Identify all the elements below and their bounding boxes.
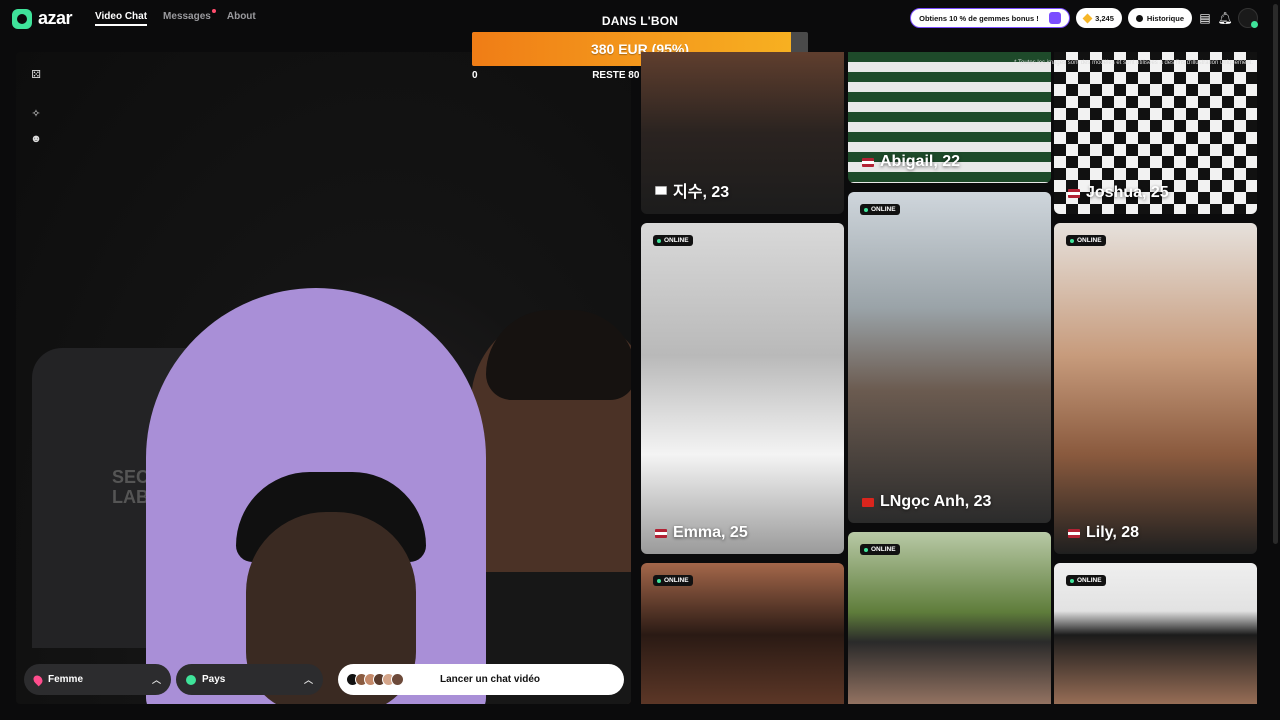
profile-card[interactable]: 지수, 23 bbox=[641, 52, 844, 214]
online-dot-icon bbox=[864, 207, 868, 212]
gender-icon bbox=[31, 673, 45, 686]
online-badge: ONLINE bbox=[1066, 235, 1106, 246]
profile-name-text: 지수, 23 bbox=[673, 184, 730, 201]
online-badge-label: ONLINE bbox=[1077, 237, 1102, 244]
country-filter-value: Pays bbox=[202, 674, 226, 685]
globe-icon bbox=[186, 674, 196, 685]
progress-min: 0 bbox=[472, 70, 478, 81]
azar-logo[interactable]: azar bbox=[12, 8, 73, 29]
start-video-chat-button[interactable]: Lancer un chat vidéo bbox=[338, 664, 624, 695]
online-dot-icon bbox=[1070, 578, 1074, 583]
country-filter-dropdown[interactable]: Pays ︿ bbox=[176, 664, 323, 695]
profile-name: Emma, 25 bbox=[655, 524, 748, 542]
profile-card[interactable]: ONLINE Emma, 25 bbox=[641, 223, 844, 554]
nav-video-chat[interactable]: Video Chat bbox=[95, 11, 148, 26]
avatar-stack-item bbox=[391, 673, 404, 686]
online-dot-icon bbox=[657, 578, 661, 583]
profile-grid: * Toutes les images sont des modèles et … bbox=[641, 52, 1257, 704]
profile-card[interactable]: ONLINE LNgọc Anh, 23 bbox=[848, 192, 1051, 523]
profile-avatar[interactable] bbox=[1238, 8, 1258, 28]
start-video-chat-label: Lancer un chat vidéo bbox=[439, 674, 541, 685]
profile-card[interactable]: Joshua, 25 bbox=[1054, 52, 1257, 214]
main-nav: Video Chat Messages About bbox=[95, 9, 256, 26]
azar-logo-icon bbox=[12, 8, 32, 29]
avatar-stack bbox=[346, 673, 404, 686]
local-video-preview: SECRET LAB bbox=[16, 52, 631, 704]
history-label: Historique bbox=[1146, 13, 1184, 23]
unread-dot bbox=[211, 9, 216, 13]
online-dot-icon bbox=[864, 547, 868, 552]
gem-bonus-promo-button[interactable]: Obtiens 10 % de gemmes bonus ! bbox=[910, 8, 1071, 28]
profile-name-text: Lily, 28 bbox=[1086, 524, 1140, 541]
brand-name: azar bbox=[38, 8, 73, 28]
online-badge-label: ONLINE bbox=[664, 237, 689, 244]
online-badge-label: ONLINE bbox=[871, 546, 896, 553]
gem-balance: 3,245 bbox=[1095, 13, 1114, 23]
profile-name: 지수, 23 bbox=[655, 178, 729, 202]
chevron-up-icon: ︿ bbox=[151, 675, 161, 685]
us-flag-icon bbox=[1068, 188, 1080, 198]
gem-balance-button[interactable]: 3,245 bbox=[1076, 8, 1122, 28]
profile-card[interactable]: ONLINE bbox=[641, 563, 844, 704]
promo-title: DANS L'BON bbox=[601, 14, 679, 28]
online-badge: ONLINE bbox=[1066, 575, 1106, 586]
bell-icon[interactable]: 🔔︎ bbox=[1217, 11, 1232, 25]
gift-icon bbox=[1049, 12, 1062, 24]
history-icon bbox=[1135, 14, 1143, 22]
profile-name-text: Abigail, 22 bbox=[880, 153, 961, 170]
online-dot-icon bbox=[657, 238, 661, 243]
profile-name-text: Joshua, 25 bbox=[1086, 184, 1169, 201]
model-disclaimer: * Toutes les images sont des modèles et … bbox=[1014, 60, 1253, 66]
gender-filter-value: Femme bbox=[48, 674, 84, 685]
profile-name-text: Emma, 25 bbox=[673, 524, 748, 541]
profile-card[interactable]: ONLINE Lily, 28 bbox=[1054, 223, 1257, 554]
profile-card[interactable]: ONLINE bbox=[1054, 563, 1257, 704]
online-badge: ONLINE bbox=[860, 204, 900, 215]
us-flag-icon bbox=[655, 528, 667, 538]
online-badge: ONLINE bbox=[653, 235, 693, 246]
nav-messages-label: Messages bbox=[163, 11, 211, 22]
online-badge: ONLINE bbox=[653, 575, 693, 586]
online-badge-label: ONLINE bbox=[871, 206, 896, 213]
video-toolbar: ⚄ ✧ ☻ bbox=[30, 68, 42, 146]
gender-filter-dropdown[interactable]: Femme ︿ bbox=[24, 664, 171, 695]
gem-icon bbox=[1082, 13, 1093, 23]
chevron-up-icon: ︿ bbox=[303, 675, 313, 685]
nav-about[interactable]: About bbox=[227, 11, 256, 26]
us-flag-icon bbox=[1068, 528, 1080, 538]
online-badge: ONLINE bbox=[860, 544, 900, 555]
profile-name: LNgọc Anh, 23 bbox=[862, 493, 991, 511]
profile-name-text: LNgọc Anh, 23 bbox=[880, 493, 992, 510]
us-flag-icon bbox=[862, 157, 874, 167]
online-badge-label: ONLINE bbox=[1077, 577, 1102, 584]
online-badge-label: ONLINE bbox=[664, 577, 689, 584]
page-scrollbar[interactable] bbox=[1273, 4, 1278, 544]
kr-flag-icon bbox=[655, 185, 667, 195]
gem-bonus-promo-label: Obtiens 10 % de gemmes bonus ! bbox=[919, 13, 1039, 23]
profile-name: Lily, 28 bbox=[1068, 524, 1139, 542]
dice-icon[interactable]: ⚄ bbox=[30, 68, 42, 81]
profile-card[interactable]: ONLINE bbox=[848, 532, 1051, 704]
face-filter-icon[interactable]: ☻ bbox=[30, 133, 42, 145]
online-dot-icon bbox=[1070, 238, 1074, 243]
background-person-hair bbox=[486, 310, 631, 400]
profile-name: Abigail, 22 bbox=[862, 153, 960, 171]
history-button[interactable]: Historique bbox=[1127, 8, 1192, 28]
nav-messages[interactable]: Messages bbox=[163, 9, 216, 26]
shop-icon[interactable]: ▤ bbox=[1198, 11, 1212, 25]
profile-name: Joshua, 25 bbox=[1068, 184, 1169, 202]
magic-wand-icon[interactable]: ✧ bbox=[30, 107, 42, 120]
profile-card[interactable]: Abigail, 22 bbox=[848, 52, 1051, 183]
header-actions: Obtiens 10 % de gemmes bonus ! 3,245 His… bbox=[910, 8, 1258, 28]
vn-flag-icon bbox=[862, 497, 874, 507]
